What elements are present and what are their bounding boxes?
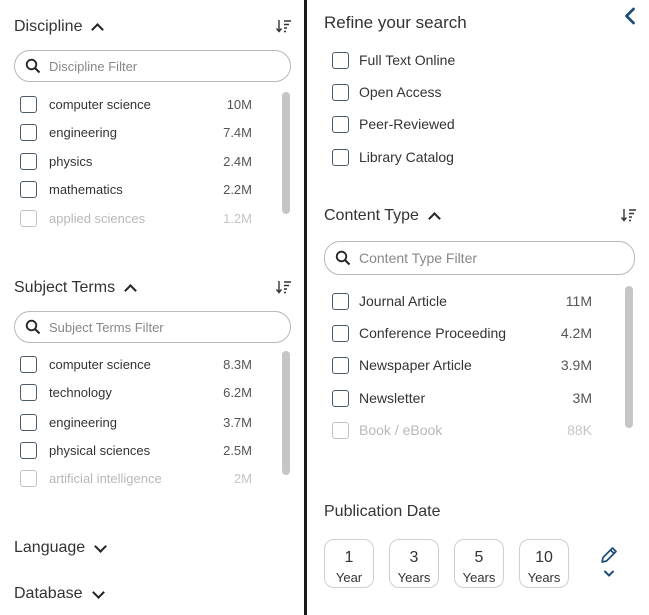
list-item[interactable]: applied sciences 1.2M xyxy=(20,206,252,230)
refine-option-library-catalog[interactable]: Library Catalog xyxy=(332,146,454,168)
sort-icon[interactable] xyxy=(276,18,292,34)
list-item[interactable]: Book / eBook 88K xyxy=(332,418,592,442)
content-type-title: Content Type xyxy=(324,207,419,224)
discipline-scrollbar[interactable] xyxy=(282,92,290,214)
chevron-up-icon[interactable] xyxy=(123,281,137,295)
subject-terms-title: Subject Terms xyxy=(14,279,116,296)
discipline-filter-input[interactable] xyxy=(49,58,261,74)
chevron-down-icon[interactable] xyxy=(603,568,615,580)
date-range-3-years-button[interactable]: 3 Years xyxy=(389,539,439,588)
publication-date-title: Publication Date xyxy=(324,503,441,520)
chevron-down-icon[interactable] xyxy=(91,587,105,601)
chevron-up-icon[interactable] xyxy=(90,20,104,34)
content-type-list: Journal Article 11M Conference Proceedin… xyxy=(332,289,592,443)
subject-terms-filter-input[interactable] xyxy=(49,319,261,335)
checkbox[interactable] xyxy=(332,324,349,342)
refine-title: Refine your search xyxy=(324,13,467,32)
checkbox[interactable] xyxy=(332,356,349,374)
back-chevron-icon[interactable] xyxy=(623,7,637,25)
left-facet-panel: Discipline computer science 10M engineer… xyxy=(0,0,304,615)
checkbox[interactable] xyxy=(20,152,37,170)
list-item[interactable]: engineering 3.7M xyxy=(20,410,252,434)
checkbox[interactable] xyxy=(20,95,37,113)
checkbox[interactable] xyxy=(332,292,349,310)
checkbox[interactable] xyxy=(20,355,37,373)
database-title: Database xyxy=(14,585,83,602)
discipline-header[interactable]: Discipline xyxy=(14,15,294,39)
content-type-filter[interactable] xyxy=(324,241,635,275)
list-item[interactable]: physics 2.4M xyxy=(20,149,252,173)
checkbox[interactable] xyxy=(20,209,37,227)
subject-terms-header[interactable]: Subject Terms xyxy=(14,276,294,300)
content-type-scrollbar[interactable] xyxy=(625,286,633,428)
checkbox[interactable] xyxy=(20,383,37,401)
list-item[interactable]: Journal Article 11M xyxy=(332,289,592,313)
chevron-up-icon[interactable] xyxy=(427,209,441,223)
refine-option-open-access[interactable]: Open Access xyxy=(332,81,442,103)
checkbox[interactable] xyxy=(332,83,349,101)
database-facet[interactable]: Database xyxy=(14,582,105,606)
pencil-icon[interactable] xyxy=(599,545,619,565)
checkbox[interactable] xyxy=(332,115,349,133)
checkbox[interactable] xyxy=(20,441,37,459)
checkbox[interactable] xyxy=(332,389,349,407)
checkbox[interactable] xyxy=(20,413,37,431)
list-item[interactable]: technology 6.2M xyxy=(20,380,252,404)
list-item[interactable]: Conference Proceeding 4.2M xyxy=(332,321,592,345)
content-type-header[interactable]: Content Type xyxy=(324,204,639,228)
checkbox[interactable] xyxy=(332,148,349,166)
list-item[interactable]: computer science 10M xyxy=(20,92,252,116)
chevron-down-icon[interactable] xyxy=(93,541,107,555)
search-icon xyxy=(25,319,41,335)
date-range-10-years-button[interactable]: 10 Years xyxy=(519,539,569,588)
right-facet-panel: Refine your search Full Text Online Open… xyxy=(307,0,649,615)
date-range-5-years-button[interactable]: 5 Years xyxy=(454,539,504,588)
language-title: Language xyxy=(14,539,86,556)
list-item[interactable]: artificial intelligence 2M xyxy=(20,466,252,490)
refine-option-peer-reviewed[interactable]: Peer-Reviewed xyxy=(332,113,455,135)
list-item[interactable]: mathematics 2.2M xyxy=(20,177,252,201)
sort-icon[interactable] xyxy=(276,279,292,295)
subject-terms-filter[interactable] xyxy=(14,311,291,343)
content-type-filter-input[interactable] xyxy=(359,250,599,266)
list-item[interactable]: physical sciences 2.5M xyxy=(20,438,252,462)
checkbox[interactable] xyxy=(332,421,349,439)
checkbox[interactable] xyxy=(20,180,37,198)
language-facet[interactable]: Language xyxy=(14,536,107,560)
search-icon xyxy=(335,250,351,266)
list-item[interactable]: Newsletter 3M xyxy=(332,386,592,410)
discipline-filter[interactable] xyxy=(14,50,291,82)
date-range-1-year-button[interactable]: 1 Year xyxy=(324,539,374,588)
checkbox[interactable] xyxy=(332,51,349,69)
checkbox[interactable] xyxy=(20,123,37,141)
list-item[interactable]: Newspaper Article 3.9M xyxy=(332,353,592,377)
search-icon xyxy=(25,58,41,74)
sort-icon[interactable] xyxy=(621,207,637,223)
discipline-title: Discipline xyxy=(14,18,83,35)
list-item[interactable]: engineering 7.4M xyxy=(20,120,252,144)
checkbox[interactable] xyxy=(20,469,37,487)
subject-terms-list: computer science 8.3M technology 6.2M en… xyxy=(20,352,252,490)
subject-terms-scrollbar[interactable] xyxy=(282,351,290,475)
refine-option-full-text[interactable]: Full Text Online xyxy=(332,49,455,71)
list-item[interactable]: computer science 8.3M xyxy=(20,352,252,376)
discipline-list: computer science 10M engineering 7.4M ph… xyxy=(20,92,252,230)
